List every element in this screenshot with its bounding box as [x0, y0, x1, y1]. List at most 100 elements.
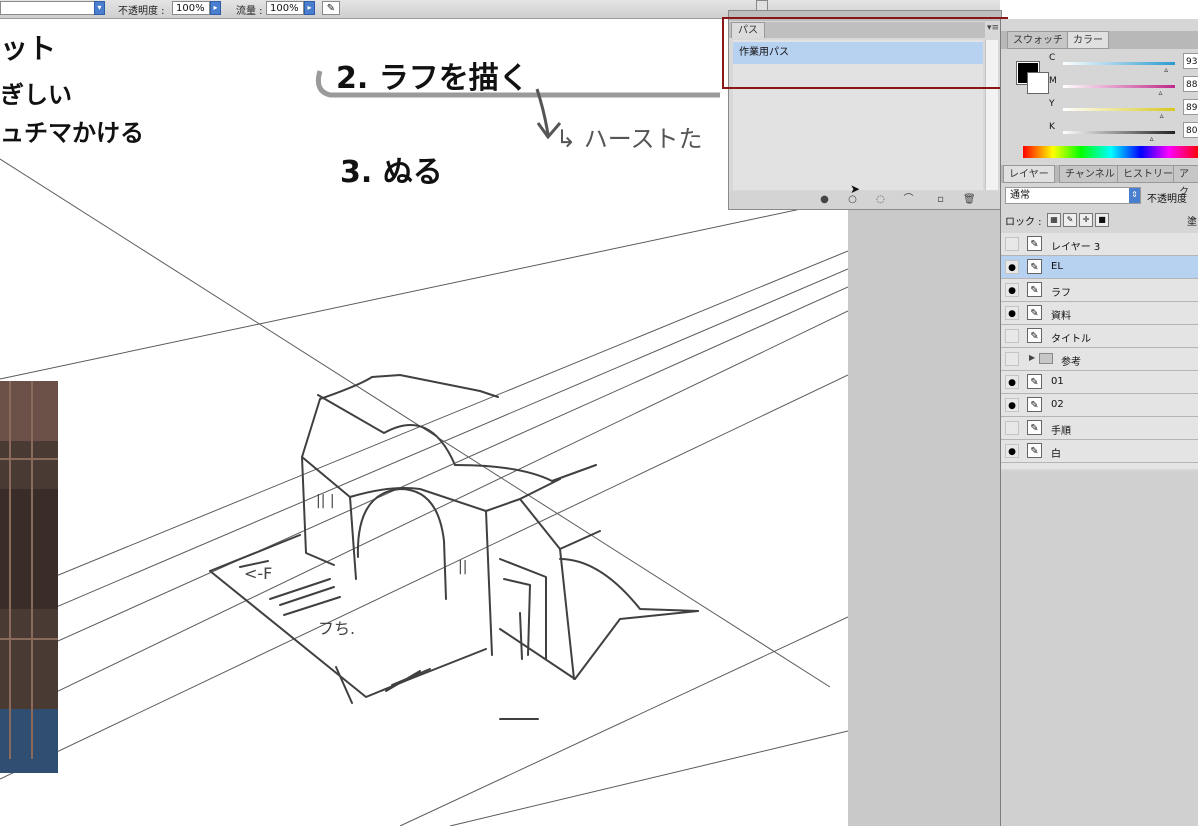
- opacity-arrow-icon[interactable]: ▸: [210, 1, 221, 15]
- tab-swatches[interactable]: スウォッチ: [1007, 31, 1069, 49]
- slider-m-label: M: [1049, 76, 1057, 86]
- delete-path-icon[interactable]: 🗑: [963, 194, 976, 205]
- note-top-left-1: ット: [0, 32, 57, 65]
- eye-icon[interactable]: [1005, 352, 1019, 366]
- tab-channels[interactable]: チャンネル: [1059, 165, 1121, 183]
- eye-icon[interactable]: [1005, 237, 1019, 251]
- tab-layers[interactable]: レイヤー: [1003, 165, 1055, 183]
- slider-c[interactable]: C ▵ 93: [1001, 53, 1198, 76]
- mouse-cursor-icon: ➤: [850, 182, 861, 196]
- layers-list: ✎ レイヤー 3 ● ✎ EL ● ✎ ラフ ● ✎ 資料 ✎ タイトル ▶ 参考 ● ✎ 01 ● ✎ 02 ✎ 手順 ● ✎…: [1001, 233, 1198, 469]
- slider-y-value[interactable]: 89: [1183, 99, 1198, 115]
- document-canvas[interactable]: || | || <-F ット ぎしい ュチマかける 2. ラフを描く 3. ぬる…: [0, 19, 848, 826]
- layer-row[interactable]: ✎ タイトル: [1001, 325, 1198, 348]
- blend-mode-select[interactable]: 通常: [1005, 187, 1141, 204]
- brush-icon: ✎: [1027, 328, 1042, 343]
- slider-m-value[interactable]: 88: [1183, 76, 1198, 92]
- brush-icon: ✎: [1027, 259, 1042, 274]
- flow-label: 流量 :: [236, 6, 263, 17]
- slider-y-track[interactable]: [1063, 108, 1175, 111]
- slider-c-value[interactable]: 93: [1183, 53, 1198, 69]
- blend-mode-arrow-icon[interactable]: ⇕: [1129, 188, 1140, 203]
- layer-row[interactable]: ● ✎ 資料: [1001, 302, 1198, 325]
- brush-icon: ✎: [1027, 236, 1042, 251]
- layer-row[interactable]: ● ✎ 白: [1001, 440, 1198, 463]
- note-top-left-3: ュチマかける: [0, 119, 144, 147]
- slider-k-track[interactable]: [1063, 131, 1175, 134]
- layer-row[interactable]: ▶ 参考: [1001, 348, 1198, 371]
- brush-icon: ✎: [1027, 282, 1042, 297]
- layer-name: 01: [1051, 376, 1064, 387]
- eye-icon[interactable]: ●: [1005, 398, 1019, 412]
- brush-preset-arrow-icon[interactable]: ▾: [94, 1, 105, 15]
- layer-row[interactable]: ✎ レイヤー 3: [1001, 233, 1198, 256]
- door-mark: ||: [458, 559, 467, 575]
- flow-arrow-icon[interactable]: ▸: [304, 1, 315, 15]
- tab-history[interactable]: ヒストリー: [1117, 165, 1179, 183]
- eye-icon[interactable]: ●: [1005, 444, 1019, 458]
- eye-icon[interactable]: [1005, 421, 1019, 435]
- step2-heading: 2. ラフを描く: [336, 61, 529, 96]
- slider-k-value[interactable]: 80: [1183, 122, 1198, 138]
- eye-icon[interactable]: ●: [1005, 260, 1019, 274]
- layers-tab-row: レイヤー チャンネル ヒストリー アク: [1001, 165, 1198, 198]
- color-tab-row: スウォッチ カラー: [1001, 31, 1198, 49]
- fill-path-icon[interactable]: ●: [819, 194, 830, 205]
- arrow-note: ↳ ハーストた: [556, 125, 703, 153]
- slider-m[interactable]: M ▵ 88: [1001, 76, 1198, 99]
- floor-label: フち.: [318, 619, 356, 638]
- expand-triangle-icon[interactable]: ▶: [1029, 353, 1035, 362]
- slider-c-thumb[interactable]: ▵: [1164, 66, 1170, 74]
- eye-icon[interactable]: [1005, 329, 1019, 343]
- step3-heading: 3. ぬる: [340, 155, 443, 190]
- slider-k-label: K: [1049, 122, 1055, 132]
- lock-all-icon[interactable]: ■: [1095, 213, 1109, 227]
- layer-name: 02: [1051, 399, 1064, 410]
- slider-y[interactable]: Y ▵ 89: [1001, 99, 1198, 122]
- layer-name: 資料: [1051, 311, 1071, 322]
- slider-y-thumb[interactable]: ▵: [1160, 112, 1166, 120]
- layer-name: タイトル: [1051, 334, 1091, 345]
- layer-row[interactable]: ● ✎ ラフ: [1001, 279, 1198, 302]
- opacity-label: 不透明度 :: [118, 6, 165, 17]
- slider-c-track[interactable]: [1063, 62, 1175, 65]
- lock-image-icon[interactable]: ✎: [1063, 213, 1077, 227]
- eye-icon[interactable]: ●: [1005, 375, 1019, 389]
- opacity-field[interactable]: 100%: [172, 1, 210, 15]
- brush-icon: ✎: [1027, 420, 1042, 435]
- lock-label: ロック :: [1005, 217, 1042, 228]
- slider-k[interactable]: K ▵ 80: [1001, 122, 1198, 145]
- slider-m-thumb[interactable]: ▵: [1159, 89, 1165, 97]
- fill-label: 塗: [1187, 217, 1197, 228]
- layer-name: レイヤー 3: [1051, 242, 1101, 253]
- load-selection-icon[interactable]: ◌: [875, 194, 886, 205]
- folder-icon: [1039, 353, 1053, 364]
- right-dock: スウォッチ カラー C ▵ 93 M ▵ 88 Y ▵ 89 K ▵ 80 レイ…: [1000, 19, 1198, 826]
- eye-icon[interactable]: ●: [1005, 283, 1019, 297]
- slider-k-thumb[interactable]: ▵: [1150, 135, 1156, 143]
- tab-color[interactable]: カラー: [1067, 31, 1109, 49]
- layer-row[interactable]: ● ✎ 02: [1001, 394, 1198, 417]
- color-spectrum-bar[interactable]: [1023, 146, 1198, 158]
- note-top-left-2: ぎしい: [0, 81, 72, 109]
- layer-row[interactable]: ● ✎ 01: [1001, 371, 1198, 394]
- lock-position-icon[interactable]: ✛: [1079, 213, 1093, 227]
- airbrush-icon[interactable]: ✎: [322, 1, 340, 15]
- lock-transparency-icon[interactable]: ▦: [1047, 213, 1061, 227]
- tab-actions[interactable]: アク: [1173, 165, 1198, 198]
- brush-icon: ✎: [1027, 397, 1042, 412]
- highlight-box: [722, 17, 1008, 89]
- brush-icon: ✎: [1027, 305, 1042, 320]
- lock-row: ロック : ▦ ✎ ✛ ■: [1005, 213, 1198, 229]
- eye-icon[interactable]: ●: [1005, 306, 1019, 320]
- brush-icon: ✎: [1027, 443, 1042, 458]
- layer-row[interactable]: ● ✎ EL: [1001, 256, 1198, 279]
- brush-icon: ✎: [1027, 374, 1042, 389]
- layer-opacity-label: 不透明度: [1147, 194, 1187, 205]
- layers-panel-empty-area: [1001, 471, 1198, 826]
- new-path-icon[interactable]: ▫: [935, 194, 946, 205]
- brush-preset-dropdown[interactable]: [0, 1, 96, 15]
- layer-row[interactable]: ✎ 手順: [1001, 417, 1198, 440]
- flow-field[interactable]: 100%: [266, 1, 304, 15]
- make-work-path-icon[interactable]: ⌒: [903, 194, 914, 205]
